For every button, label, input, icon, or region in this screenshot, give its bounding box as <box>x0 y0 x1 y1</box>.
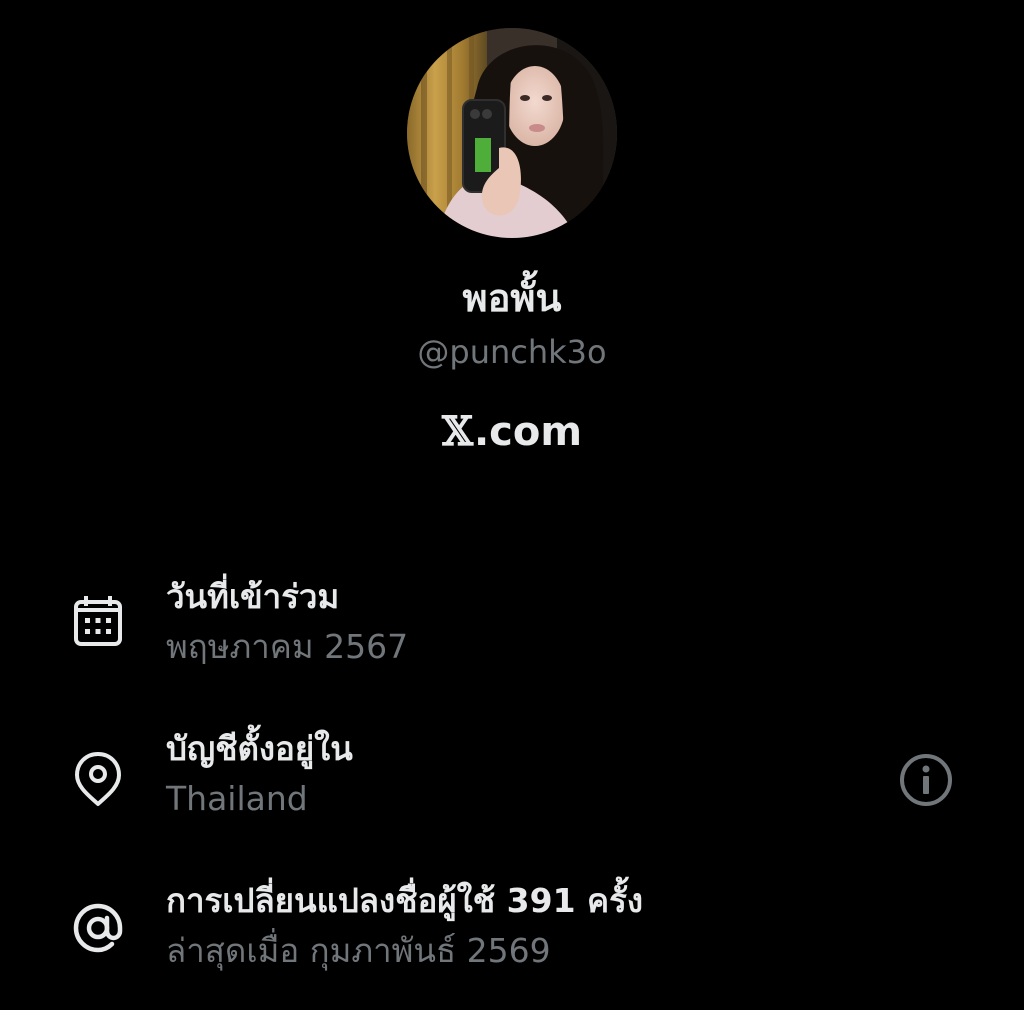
location-label: บัญชีตั้งอยู่ใน <box>166 729 353 768</box>
location-value: Thailand <box>166 779 308 818</box>
username-handle: @punchk3o <box>417 333 607 371</box>
username-last-changed: ล่าสุดเมื่อ กุมภาพันธ์ 2569 <box>166 931 551 970</box>
brand-domain: .com <box>473 409 583 455</box>
x-brand-link[interactable]: 𝕏.com <box>0 404 1024 460</box>
x-logo-icon: 𝕏 <box>441 408 473 455</box>
avatar[interactable] <box>407 28 617 238</box>
joined-label: วันที่เข้าร่วม <box>166 577 340 616</box>
account-location-row: บัญชีตั้งอยู่ใน Thailand <box>0 726 1024 826</box>
info-icon[interactable] <box>896 750 956 810</box>
avatar-photo <box>407 28 617 238</box>
joined-date: พฤษภาคม 2567 <box>166 627 409 666</box>
username-changes-row: การเปลี่ยนแปลงชื่อผู้ใช้ 391 ครั้ง ล่าสุ… <box>0 878 1024 978</box>
at-sign-icon <box>73 903 123 953</box>
username-changes-label: การเปลี่ยนแปลงชื่อผู้ใช้ 391 ครั้ง <box>166 881 643 920</box>
calendar-icon <box>74 596 122 646</box>
location-pin-icon <box>75 752 121 806</box>
display-name: พอพั้น <box>462 276 562 320</box>
joined-date-row: วันที่เข้าร่วม พฤษภาคม 2567 <box>0 574 1024 674</box>
